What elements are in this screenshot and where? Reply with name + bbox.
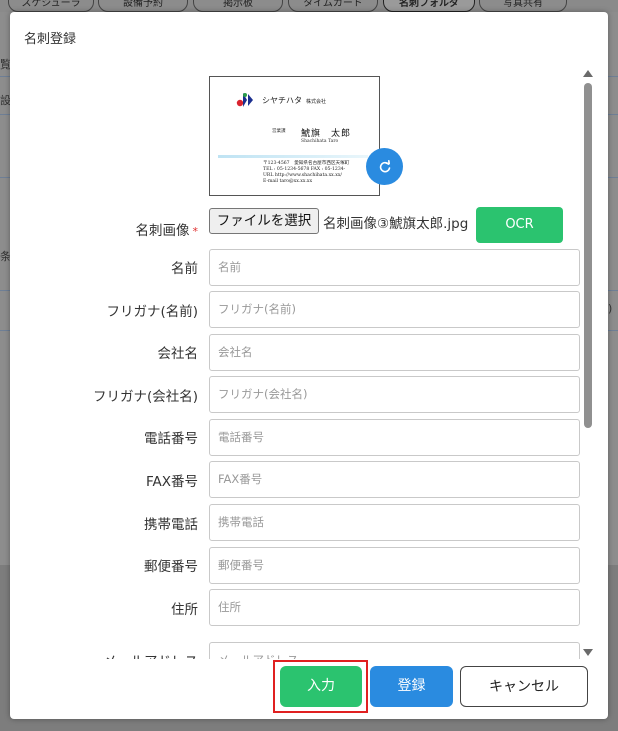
postal-code-field[interactable]: 郵便番号	[209, 547, 580, 584]
name-field[interactable]: 名前	[209, 249, 580, 286]
card-info: 〒123-4567 愛知県名古屋市西区天塚町 TEL : 05-1234-567…	[263, 161, 350, 184]
tab-timecard: タイムカード	[288, 0, 378, 12]
tab-facility-booking: 設備予約	[98, 0, 188, 12]
fax-field[interactable]: FAX番号	[209, 461, 580, 498]
choose-file-button[interactable]: ファイルを選択	[209, 208, 319, 234]
company-logo-icon	[236, 93, 253, 107]
phone-field[interactable]: 電話番号	[209, 419, 580, 456]
tab-business-card-folder: 名刺フォルダ	[383, 0, 475, 12]
tab-bulletin-board: 掲示板	[193, 0, 283, 12]
business-card-register-dialog: 名刺登録 シヤチハタ 株式会社 営業課 鯱旗 太郎 Shachihata Taro…	[10, 12, 608, 719]
required-mark: *	[192, 225, 199, 238]
rotate-icon	[379, 159, 390, 172]
mobile-label: 携帯電話	[144, 517, 198, 533]
scrollbar-thumb[interactable]	[584, 83, 592, 428]
background-tab-bar: スケジューラ 設備予約 掲示板 タイムカード 名刺フォルダ 写真共有	[0, 0, 618, 12]
card-dept: 営業課	[272, 129, 286, 134]
phone-label: 電話番号	[144, 431, 198, 447]
name-kana-field[interactable]: フリガナ(名前)	[209, 291, 580, 328]
fax-label: FAX番号	[145, 474, 198, 490]
company-kana-label: フリガナ(会社名)	[92, 389, 198, 405]
form-scroll-area[interactable]: シヤチハタ 株式会社 営業課 鯱旗 太郎 Shachihata Taro 〒123…	[10, 67, 608, 659]
email-label: メールアドレス	[104, 650, 199, 659]
tab-scheduler: スケジューラ	[8, 0, 94, 12]
business-card-preview: シヤチハタ 株式会社 営業課 鯱旗 太郎 Shachihata Taro 〒123…	[209, 76, 380, 196]
scroll-down-icon[interactable]	[583, 649, 593, 656]
email-field[interactable]: メールアドレス	[209, 642, 580, 659]
background-text: )	[608, 302, 613, 315]
scroll-up-icon[interactable]	[583, 70, 593, 77]
address-field[interactable]: 住所	[209, 589, 580, 626]
company-field[interactable]: 会社名	[209, 334, 580, 371]
form-scrollbar[interactable]	[582, 70, 594, 656]
name-label: 名前	[171, 261, 198, 277]
name-kana-label: フリガナ(名前)	[106, 304, 198, 320]
company-kana-field[interactable]: フリガナ(会社名)	[209, 376, 580, 413]
cancel-button[interactable]: キャンセル	[460, 666, 588, 707]
file-name: 名刺画像③鯱旗太郎.jpg	[323, 216, 469, 232]
card-romaji: Shachihata Taro	[301, 139, 339, 144]
address-label: 住所	[171, 602, 198, 618]
dialog-title: 名刺登録	[24, 32, 77, 47]
ocr-button[interactable]: OCR	[476, 207, 563, 243]
input-button[interactable]: 入力	[280, 666, 362, 707]
image-label: 名刺画像 *	[135, 223, 199, 239]
postal-code-label: 郵便番号	[144, 559, 198, 575]
register-button[interactable]: 登録	[370, 666, 453, 707]
card-company: シヤチハタ 株式会社	[262, 96, 327, 105]
company-label: 会社名	[157, 346, 199, 362]
card-stripe	[218, 155, 368, 158]
mobile-field[interactable]: 携帯電話	[209, 504, 580, 541]
card-name: 鯱旗 太郎	[301, 129, 352, 139]
tab-photo-share: 写真共有	[479, 0, 567, 12]
rotate-image-button[interactable]	[366, 148, 403, 185]
